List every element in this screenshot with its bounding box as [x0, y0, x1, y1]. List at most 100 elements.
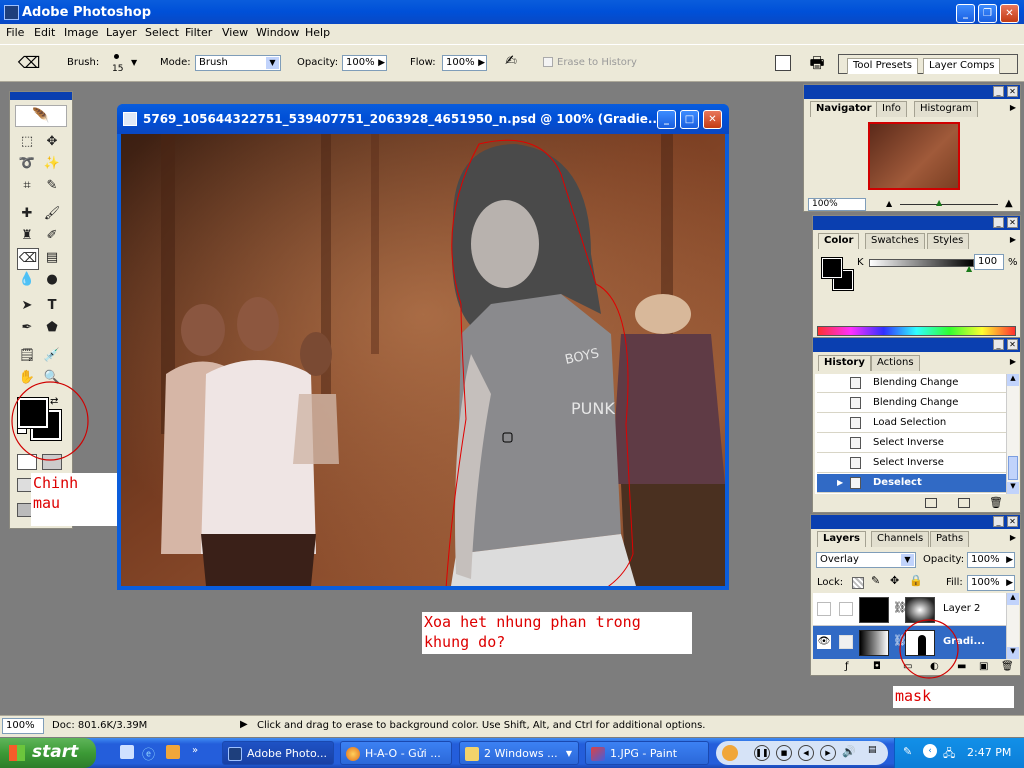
navigator-panel-menu-icon[interactable]: ▶ — [1010, 103, 1016, 112]
taskbar-explorer-group-button[interactable]: 2 Windows ... ▼ — [459, 741, 579, 765]
history-item[interactable]: Select Inverse — [817, 434, 1006, 453]
mode-select[interactable]: Brush ▼ — [195, 55, 281, 71]
doc-minimize-button[interactable]: _ — [657, 110, 676, 129]
tab-paths[interactable]: Paths — [930, 531, 970, 547]
tab-layer-comps[interactable]: Layer Comps — [923, 58, 1001, 74]
history-item-selected[interactable]: ▶ Deselect — [817, 474, 1006, 493]
history-item[interactable]: Blending Change — [817, 394, 1006, 413]
delete-state-icon[interactable]: 🗑 — [989, 496, 1003, 509]
tab-histogram[interactable]: Histogram — [914, 101, 978, 117]
tab-tool-presets[interactable]: Tool Presets — [847, 58, 918, 74]
add-layer-style-icon[interactable]: ◘ — [873, 661, 881, 672]
path-selection-tool-icon[interactable]: ➤ — [17, 296, 37, 316]
fill-input[interactable]: 100% ▶ — [967, 575, 1015, 591]
navigator-zoom-input[interactable]: 100% — [808, 198, 866, 211]
tray-tool-icon[interactable]: ✎ — [903, 745, 912, 758]
history-panel-menu-icon[interactable]: ▶ — [1010, 357, 1016, 366]
layer-adjustment-icon[interactable] — [839, 635, 853, 649]
menu-help[interactable]: Help — [305, 26, 330, 39]
shape-tool-icon[interactable]: ⬟ — [42, 318, 62, 338]
opacity-arrow-icon[interactable]: ▶ — [378, 56, 385, 70]
doc-close-button[interactable]: ✕ — [703, 110, 722, 129]
internet-explorer-icon[interactable]: ⓔ — [142, 744, 155, 763]
eraser-tool-icon[interactable]: ⌫ — [17, 248, 39, 270]
slice-tool-icon[interactable]: ✎ — [42, 176, 62, 196]
fill-arrow-icon[interactable]: ▶ — [1006, 576, 1013, 590]
tab-channels[interactable]: Channels — [871, 531, 930, 547]
taskbar-paint-button[interactable]: 1.JPG - Paint — [585, 741, 709, 765]
next-track-icon[interactable]: ▶ — [820, 745, 836, 761]
tab-color[interactable]: Color — [818, 233, 860, 249]
play-button-icon[interactable]: ❚❚ — [754, 745, 770, 761]
tab-navigator[interactable]: Navigator — [810, 101, 878, 117]
tab-styles[interactable]: Styles — [927, 233, 970, 249]
tab-swatches[interactable]: Swatches — [865, 233, 925, 249]
navigator-zoom-slider-thumb[interactable]: ▲ — [936, 198, 942, 207]
lock-position-icon[interactable]: ✥ — [890, 574, 899, 587]
notes-tool-icon[interactable]: 🗒 — [17, 346, 37, 366]
layer-link-toggle[interactable] — [839, 602, 853, 616]
scroll-down-arrow-icon[interactable]: ▼ — [1007, 482, 1019, 494]
close-button[interactable]: ✕ — [1000, 4, 1019, 23]
previous-track-icon[interactable]: ◀ — [798, 745, 814, 761]
stop-button-icon[interactable]: ■ — [776, 745, 792, 761]
media-player-icon[interactable] — [166, 745, 180, 759]
brush-tool-icon[interactable]: 🖌 — [42, 204, 62, 224]
new-document-from-state-icon[interactable] — [925, 498, 937, 508]
brush-preview-dot[interactable] — [114, 54, 119, 59]
color-minimize-button[interactable]: _ — [993, 217, 1004, 228]
layers-close-button[interactable]: ✕ — [1007, 516, 1018, 527]
quick-launch-expand-icon[interactable]: » — [192, 745, 198, 756]
menu-window[interactable]: Window — [256, 26, 299, 39]
history-close-button[interactable]: ✕ — [1007, 339, 1018, 350]
eraser-tool-preset-icon[interactable]: ⌫ — [16, 52, 42, 74]
link-layers-icon[interactable]: ƒ — [845, 661, 849, 672]
layer-opacity-arrow-icon[interactable]: ▶ — [1006, 553, 1013, 567]
layer-visibility-toggle[interactable] — [817, 602, 831, 616]
opacity-input[interactable]: 100% ▶ — [342, 55, 387, 71]
color-spectrum-ramp[interactable] — [817, 326, 1016, 336]
lasso-tool-icon[interactable]: ➰ — [17, 154, 37, 174]
new-snapshot-icon[interactable] — [958, 498, 970, 508]
type-tool-icon[interactable]: T — [42, 296, 62, 316]
history-minimize-button[interactable]: _ — [993, 339, 1004, 350]
healing-brush-tool-icon[interactable]: ✚ — [17, 204, 37, 224]
media-logo-icon[interactable] — [722, 745, 738, 761]
move-tool-icon[interactable]: ✥ — [42, 132, 62, 152]
history-brush-tool-icon[interactable]: ✐ — [42, 226, 62, 246]
clone-stamp-tool-icon[interactable]: ♜ — [17, 226, 37, 246]
navigator-title-bar[interactable] — [804, 85, 1020, 99]
menu-image[interactable]: Image — [64, 26, 98, 39]
marquee-tool-icon[interactable]: ⬚ — [17, 132, 37, 152]
k-channel-input[interactable]: 100 — [974, 254, 1004, 270]
eyedropper-tool-icon[interactable]: 💉 — [42, 346, 62, 366]
crop-tool-icon[interactable]: ⌗ — [17, 176, 37, 196]
document-title-bar[interactable]: 5769_105644322751_539407751_2063928_4651… — [117, 104, 729, 134]
menu-view[interactable]: View — [222, 26, 248, 39]
layers-panel-menu-icon[interactable]: ▶ — [1010, 533, 1016, 542]
tray-expand-icon[interactable]: ‹ — [923, 744, 937, 758]
doc-size-info[interactable]: Doc: 801.6K/3.39M — [52, 720, 147, 731]
color-panel-menu-icon[interactable]: ▶ — [1010, 235, 1016, 244]
status-zoom-input[interactable]: 100% — [2, 718, 44, 734]
taskbar-firefox-button[interactable]: H-A-O - Gửi ... — [340, 741, 452, 765]
color-title-bar[interactable] — [813, 216, 1020, 230]
tab-actions[interactable]: Actions — [871, 355, 920, 371]
status-menu-arrow-icon[interactable]: ▶ — [240, 719, 248, 730]
restore-button[interactable]: ❐ — [978, 4, 997, 23]
history-item[interactable]: Select Inverse — [817, 454, 1006, 473]
lock-image-icon[interactable]: ✎ — [871, 574, 880, 587]
navigator-zoom-slider[interactable] — [900, 204, 998, 205]
lock-all-icon[interactable]: 🔒 — [909, 574, 923, 587]
menu-layer[interactable]: Layer — [106, 26, 137, 39]
navigator-minimize-button[interactable]: _ — [993, 86, 1004, 97]
minimize-button[interactable]: _ — [956, 4, 975, 23]
taskbar-photoshop-button[interactable]: Adobe Photo... — [222, 741, 334, 765]
new-layer-icon[interactable]: ▣ — [979, 661, 988, 672]
airbrush-icon[interactable]: ✍ — [500, 53, 522, 73]
palette-well-icon[interactable] — [775, 55, 791, 71]
pen-tool-icon[interactable]: ✒ — [17, 318, 37, 338]
magic-wand-tool-icon[interactable]: ✨ — [42, 154, 62, 174]
tab-history[interactable]: History — [818, 355, 871, 371]
flow-input[interactable]: 100% ▶ — [442, 55, 487, 71]
